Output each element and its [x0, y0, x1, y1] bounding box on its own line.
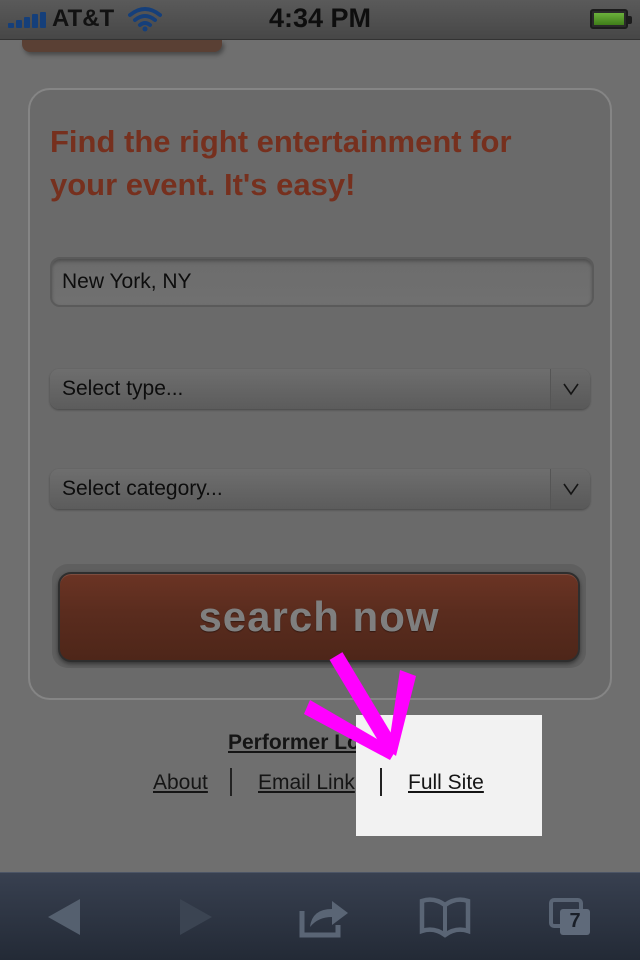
category-select-toggle[interactable]	[550, 469, 590, 509]
type-select-toggle[interactable]	[550, 369, 590, 409]
clock: 4:34 PM	[268, 3, 372, 33]
back-arrow-icon[interactable]	[44, 895, 84, 939]
email-link[interactable]: Email Link	[258, 771, 355, 795]
tab-count: 7	[569, 910, 581, 932]
category-select[interactable]: Select category...	[50, 469, 590, 509]
share-icon[interactable]	[298, 895, 350, 939]
browser-toolbar: 7	[0, 872, 640, 960]
about-link[interactable]: About	[153, 771, 208, 795]
type-select[interactable]: Select type...	[50, 369, 590, 409]
location-input[interactable]: New York, NY	[50, 257, 594, 307]
tabs-button[interactable]: 7	[548, 897, 592, 937]
location-value: New York, NY	[62, 270, 192, 293]
bookmarks-icon[interactable]	[418, 895, 472, 939]
forward-arrow-icon[interactable]	[176, 895, 216, 939]
footer-divider	[380, 768, 382, 796]
footer-divider	[230, 768, 232, 796]
search-now-button[interactable]: search now	[58, 572, 580, 662]
page-headline: Find the right entertainment for your ev…	[50, 124, 512, 202]
site-logo-fragment	[22, 40, 222, 52]
status-bar: AT&T 4:34 PM	[0, 0, 640, 40]
battery-icon	[590, 9, 632, 29]
full-site-link[interactable]: Full Site	[408, 771, 484, 795]
category-select-label: Select category...	[62, 477, 223, 500]
chevron-down-icon	[563, 483, 579, 496]
chevron-down-icon	[563, 383, 579, 396]
annotation-arrow-icon	[304, 652, 416, 760]
type-select-label: Select type...	[62, 377, 184, 400]
